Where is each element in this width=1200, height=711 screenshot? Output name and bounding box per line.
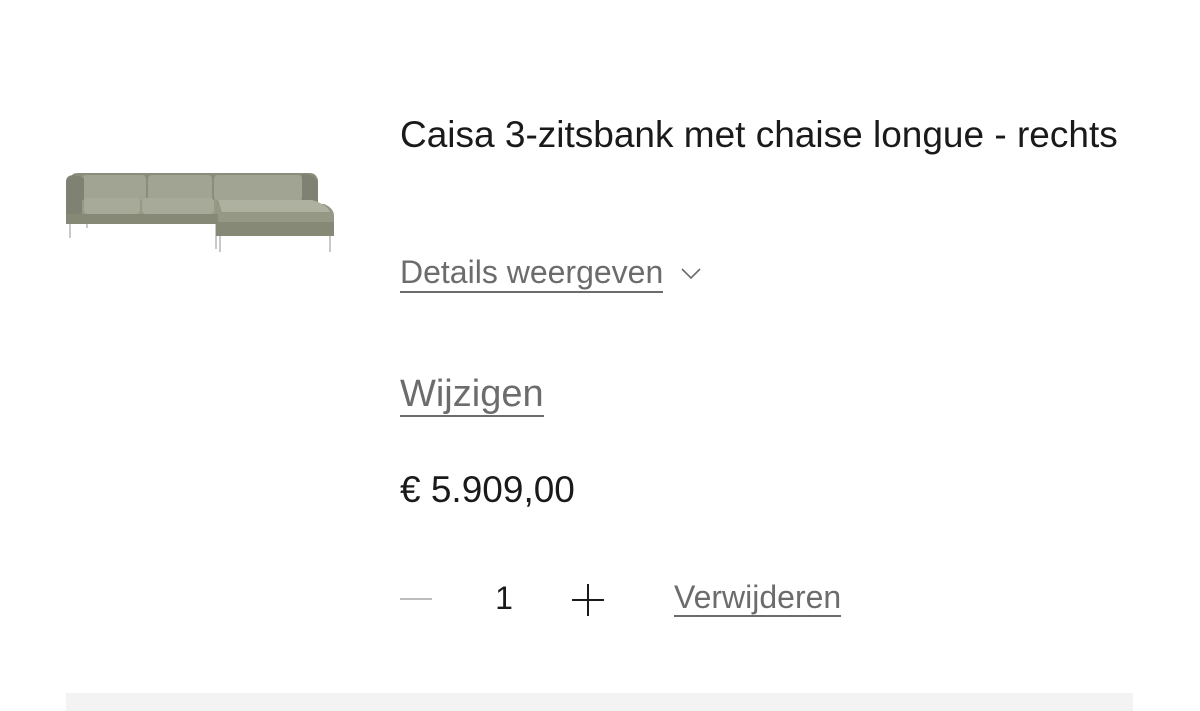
details-toggle[interactable]: Details weergeven [400, 253, 701, 293]
summary-panel [66, 693, 1133, 711]
edit-link[interactable]: Wijzigen [400, 373, 544, 417]
plus-icon[interactable] [570, 582, 606, 618]
details-link[interactable]: Details weergeven [400, 253, 664, 293]
product-price: € 5.909,00 [400, 469, 575, 510]
sofa-image [66, 173, 334, 252]
quantity-value[interactable]: 1 [490, 578, 518, 618]
minus-icon[interactable] [398, 584, 434, 614]
product-title: Caisa 3-zitsbank met chaise longue - rec… [400, 114, 1118, 155]
chevron-down-icon[interactable] [681, 267, 701, 281]
product-image[interactable] [62, 160, 338, 260]
remove-button[interactable]: Verwijderen [674, 579, 842, 617]
